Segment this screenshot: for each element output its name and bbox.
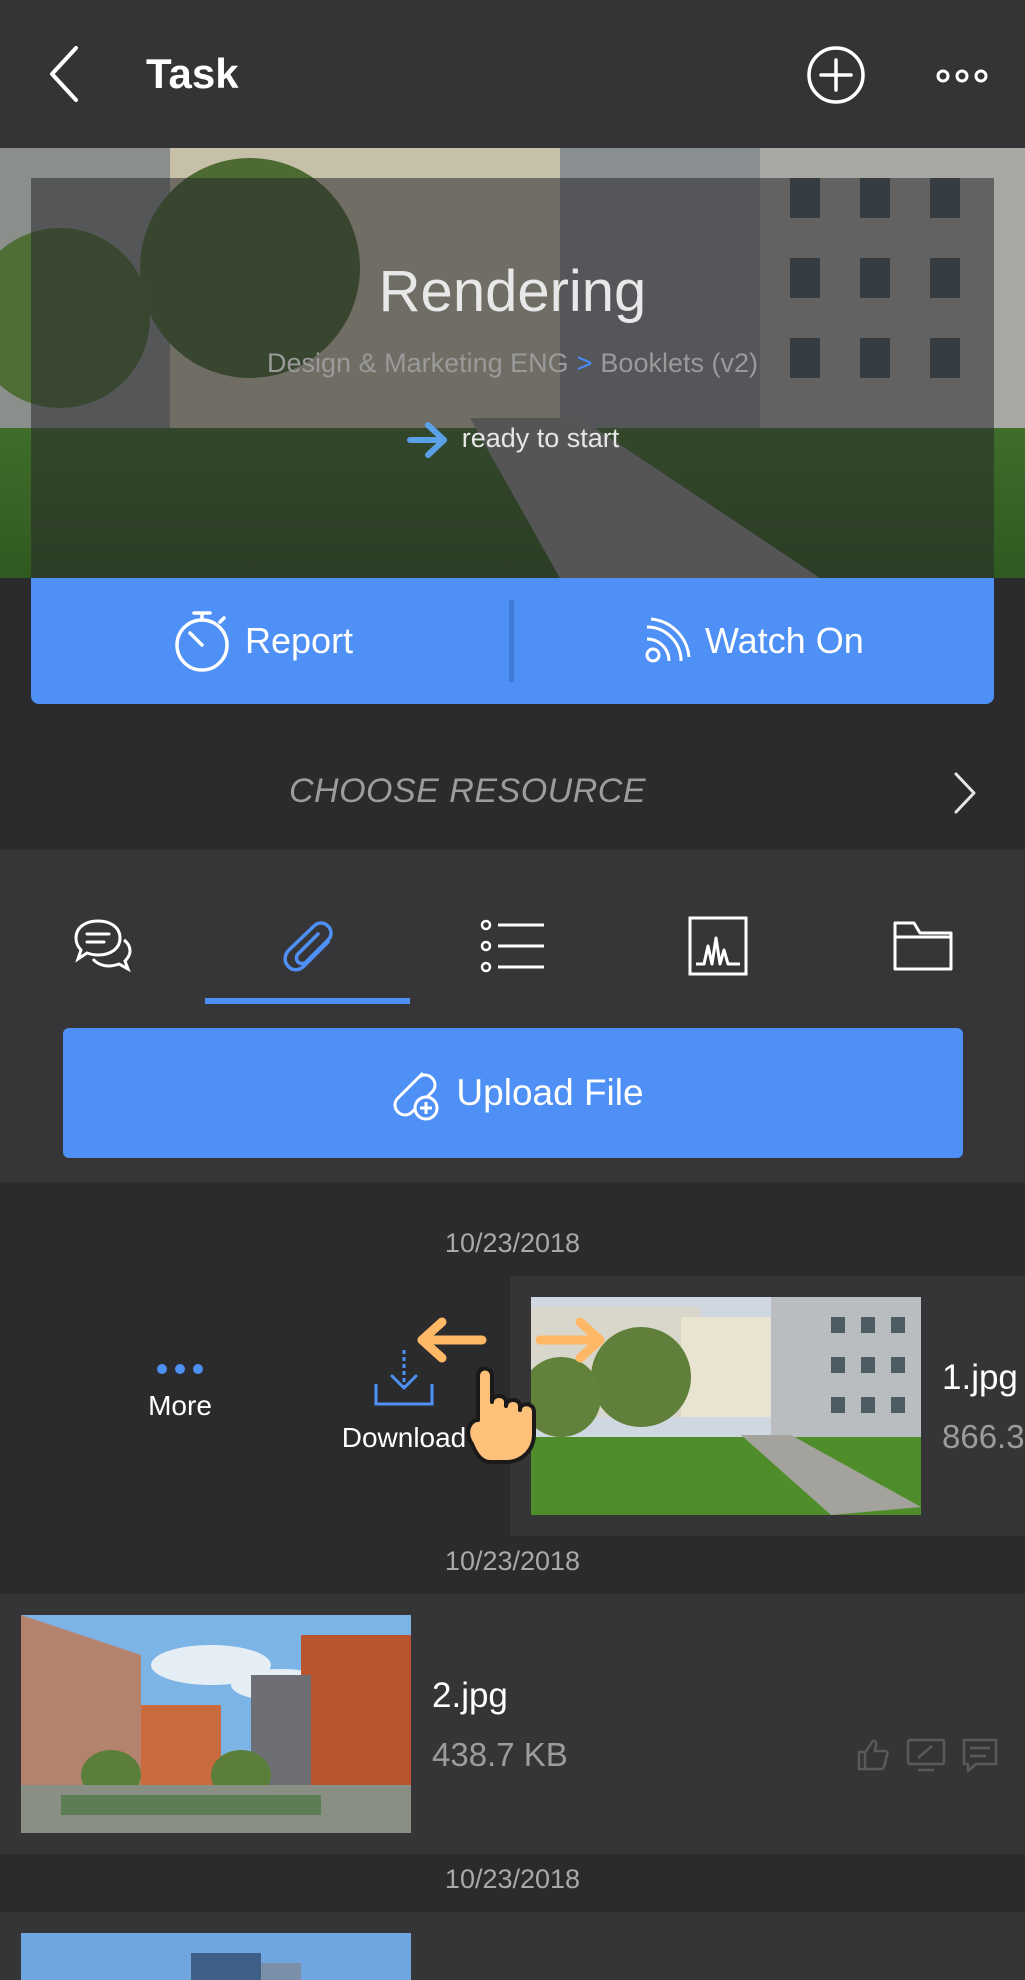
more-dots-icon bbox=[157, 1364, 203, 1374]
cast-signal-icon bbox=[645, 617, 691, 663]
breadcrumb-item[interactable]: Booklets (v2) bbox=[600, 348, 758, 378]
chat-bubbles-icon bbox=[73, 919, 132, 973]
chart-icon bbox=[688, 916, 747, 976]
file-size: 866.3 bbox=[942, 1418, 1025, 1455]
breadcrumb-separator: > bbox=[576, 348, 593, 378]
add-circle-icon[interactable] bbox=[806, 45, 866, 105]
thumbs-up-icon[interactable] bbox=[856, 1738, 890, 1772]
file-row[interactable]: More Download 1.jpg 866.3 bbox=[0, 1276, 1025, 1536]
file-date: 10/23/2018 bbox=[444, 1228, 581, 1258]
choose-resource-label: CHOOSE RESOURCE bbox=[289, 772, 646, 810]
folder-icon bbox=[893, 921, 952, 971]
back-chevron-icon[interactable] bbox=[44, 44, 84, 104]
tab-comments[interactable] bbox=[0, 896, 205, 996]
upload-file-label: Upload File bbox=[456, 1072, 644, 1113]
list-icon bbox=[480, 919, 544, 973]
upload-file-button[interactable]: Upload File bbox=[63, 1028, 963, 1158]
file-thumbnail bbox=[21, 1933, 411, 1980]
active-tab-indicator bbox=[205, 998, 410, 1004]
paperclip-icon bbox=[282, 921, 333, 972]
more-action-button[interactable]: More bbox=[130, 1362, 230, 1422]
button-divider bbox=[509, 600, 514, 682]
file-row[interactable]: 2.jpg 438.7 KB bbox=[0, 1594, 1025, 1854]
file-row[interactable] bbox=[0, 1912, 1025, 1980]
watch-on-button[interactable]: Watch On bbox=[643, 578, 864, 704]
task-actions: Report Watch On bbox=[31, 578, 994, 704]
attach-add-icon bbox=[393, 1072, 439, 1121]
tab-folder[interactable] bbox=[820, 896, 1025, 996]
tab-attachments[interactable] bbox=[205, 896, 410, 996]
report-button[interactable]: Report bbox=[173, 578, 353, 704]
swipe-gesture-icon bbox=[417, 1317, 605, 1464]
more-horizontal-icon[interactable] bbox=[934, 62, 990, 90]
task-name: Rendering bbox=[378, 259, 647, 324]
breadcrumb[interactable]: Design & Marketing ENG > Booklets (v2) bbox=[0, 348, 1025, 379]
file-date: 10/23/2018 bbox=[444, 1864, 581, 1894]
report-label: Report bbox=[245, 620, 354, 661]
stopwatch-icon bbox=[175, 611, 229, 672]
arrow-right-icon bbox=[406, 422, 447, 458]
choose-resource-row[interactable]: CHOOSE RESOURCE bbox=[0, 742, 1025, 848]
chevron-right-icon bbox=[954, 772, 976, 814]
file-thumbnail bbox=[21, 1615, 411, 1833]
task-hero: Rendering Design & Marketing ENG > Booklet… bbox=[0, 148, 1025, 578]
app-header: Task bbox=[0, 0, 1025, 148]
file-name: 2.jpg bbox=[432, 1676, 508, 1715]
more-action-label: More bbox=[148, 1390, 212, 1421]
watch-on-label: Watch On bbox=[705, 620, 864, 661]
file-name: 1.jpg bbox=[942, 1358, 1018, 1397]
review-screen-icon[interactable] bbox=[906, 1738, 946, 1772]
status-label: ready to start bbox=[461, 423, 620, 454]
file-size: 438.7 KB bbox=[432, 1736, 568, 1773]
task-status: ready to start bbox=[0, 420, 1025, 460]
page-title: Task bbox=[146, 50, 239, 97]
tab-activity[interactable] bbox=[615, 896, 820, 996]
breadcrumb-project[interactable]: Design & Marketing ENG bbox=[267, 348, 569, 378]
file-date: 10/23/2018 bbox=[444, 1546, 581, 1576]
detail-tabs: Upload File bbox=[0, 850, 1025, 1182]
comment-icon[interactable] bbox=[962, 1738, 998, 1774]
tab-checklist[interactable] bbox=[410, 896, 615, 996]
